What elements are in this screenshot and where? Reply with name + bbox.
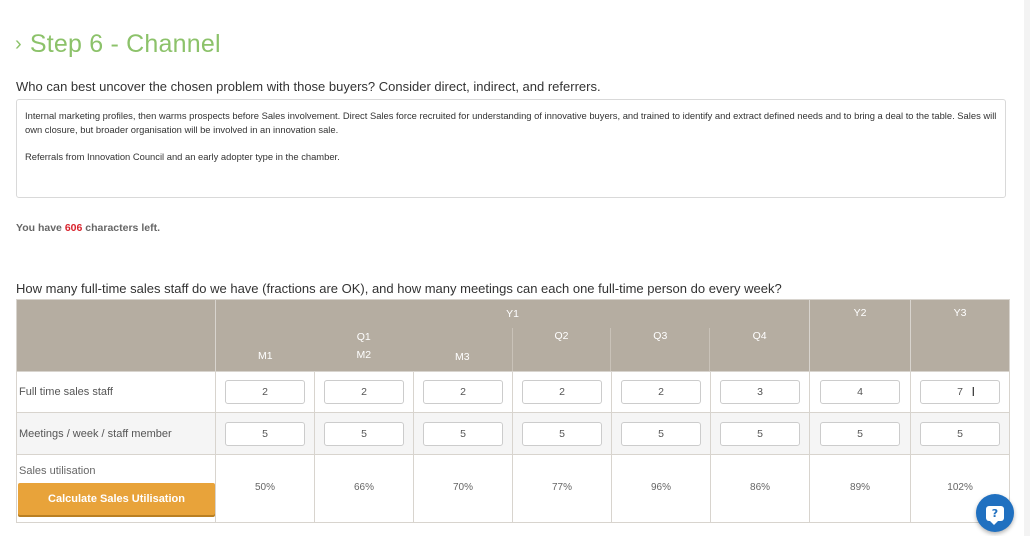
page: › Step 6 - Channel Who can best uncover … bbox=[0, 0, 1030, 536]
chevron-right-icon: › bbox=[15, 33, 22, 55]
channel-answer-textarea[interactable]: Internal marketing profiles, then warms … bbox=[16, 99, 1006, 198]
meetings-input-q2[interactable]: 5 bbox=[522, 421, 602, 446]
util-value-q3: 96% bbox=[650, 481, 671, 493]
meetings-input-m1[interactable]: 5 bbox=[225, 421, 305, 446]
header-q2: Q2 bbox=[554, 330, 569, 342]
header-m3: M3 bbox=[454, 351, 470, 363]
header-q4: Q4 bbox=[752, 330, 767, 342]
row-label-meetings: Meetings / week / staff member bbox=[16, 412, 216, 455]
answer-paragraph-1: Internal marketing profiles, then warms … bbox=[25, 110, 997, 135]
text-cursor-icon: I bbox=[971, 384, 976, 399]
staffing-question: How many full-time sales staff do we hav… bbox=[16, 281, 782, 296]
util-value-y2: 89% bbox=[850, 481, 871, 493]
row-label-staff: Full time sales staff bbox=[16, 371, 216, 413]
chars-suffix: characters left. bbox=[82, 222, 160, 234]
chars-count: 606 bbox=[64, 222, 83, 234]
staff-input-q3[interactable]: 2 bbox=[621, 380, 701, 404]
header-y3-cell: Y3 bbox=[910, 299, 1011, 372]
header-q1: Q1 bbox=[356, 331, 371, 343]
staff-input-q4[interactable]: 3 bbox=[720, 380, 801, 404]
row-meetings: Meetings / week / staff member 5 5 5 5 5… bbox=[16, 412, 1011, 455]
meetings-input-q3[interactable]: 5 bbox=[621, 421, 701, 446]
staff-input-y3: 7 bbox=[957, 386, 963, 398]
staff-input-q2[interactable]: 2 bbox=[522, 380, 602, 404]
help-chat-button[interactable]: ? bbox=[976, 494, 1014, 532]
util-value-y3: 102% bbox=[947, 481, 973, 493]
util-value-m1: 50% bbox=[254, 481, 275, 493]
header-y2: Y2 bbox=[853, 307, 867, 319]
util-value-m3: 70% bbox=[452, 481, 473, 493]
meetings-input-y3[interactable]: 5 bbox=[920, 421, 1001, 446]
header-m1: M1 bbox=[257, 350, 273, 362]
staff-input-y2[interactable]: 4 bbox=[820, 380, 901, 404]
meetings-input-y2[interactable]: 5 bbox=[820, 421, 901, 446]
answer-paragraph-2: Referrals from Innovation Council and an… bbox=[25, 151, 340, 162]
header-y1: Y1 bbox=[506, 308, 519, 320]
header-y1-group: Y1 Q1 M1 M2 M3 Q2 Q3 Q4 bbox=[214, 299, 811, 372]
util-value-q4: 86% bbox=[750, 481, 771, 493]
step-title-text: Step 6 - Channel bbox=[29, 30, 221, 58]
row-utilisation: Sales utilisation Calculate Sales Utilis… bbox=[16, 454, 1011, 523]
staff-input-m3[interactable]: 2 bbox=[423, 380, 503, 404]
header-y3: Y3 bbox=[953, 307, 967, 319]
page-scrollbar[interactable] bbox=[1024, 0, 1030, 536]
staffing-table: Y1 Q1 M1 M2 M3 Q2 Q3 Q4 Y2 Y3 Full time … bbox=[16, 299, 1011, 523]
row-full-time-staff: Full time sales staff 2 2 2 2 2 3 4 7 I bbox=[16, 371, 1011, 413]
meetings-input-q4[interactable]: 5 bbox=[720, 421, 801, 446]
staff-input-m2[interactable]: 2 bbox=[324, 380, 404, 404]
help-chat-icon: ? bbox=[986, 505, 1004, 525]
util-value-m2: 66% bbox=[353, 481, 374, 493]
row-label-utilisation: Sales utilisation bbox=[19, 465, 96, 477]
header-m2: M2 bbox=[356, 349, 372, 361]
characters-left: You have 606 characters left. bbox=[16, 222, 160, 234]
staff-input-m1[interactable]: 2 bbox=[225, 380, 305, 404]
header-corner bbox=[16, 299, 216, 372]
meetings-input-m2[interactable]: 5 bbox=[324, 421, 404, 446]
header-q3: Q3 bbox=[653, 330, 668, 342]
utilisation-label-cell: Sales utilisation Calculate Sales Utilis… bbox=[16, 454, 216, 523]
util-value-q2: 77% bbox=[551, 481, 572, 493]
channel-question: Who can best uncover the chosen problem … bbox=[16, 79, 601, 94]
staff-input-y3-wrap[interactable]: 7 I bbox=[920, 380, 1001, 404]
meetings-input-m3[interactable]: 5 bbox=[423, 421, 503, 446]
calculate-utilisation-button[interactable]: Calculate Sales Utilisation bbox=[18, 483, 215, 515]
chars-prefix: You have bbox=[16, 222, 65, 234]
header-y2-cell: Y2 bbox=[809, 299, 912, 372]
step-title: › Step 6 - Channel bbox=[15, 30, 221, 59]
